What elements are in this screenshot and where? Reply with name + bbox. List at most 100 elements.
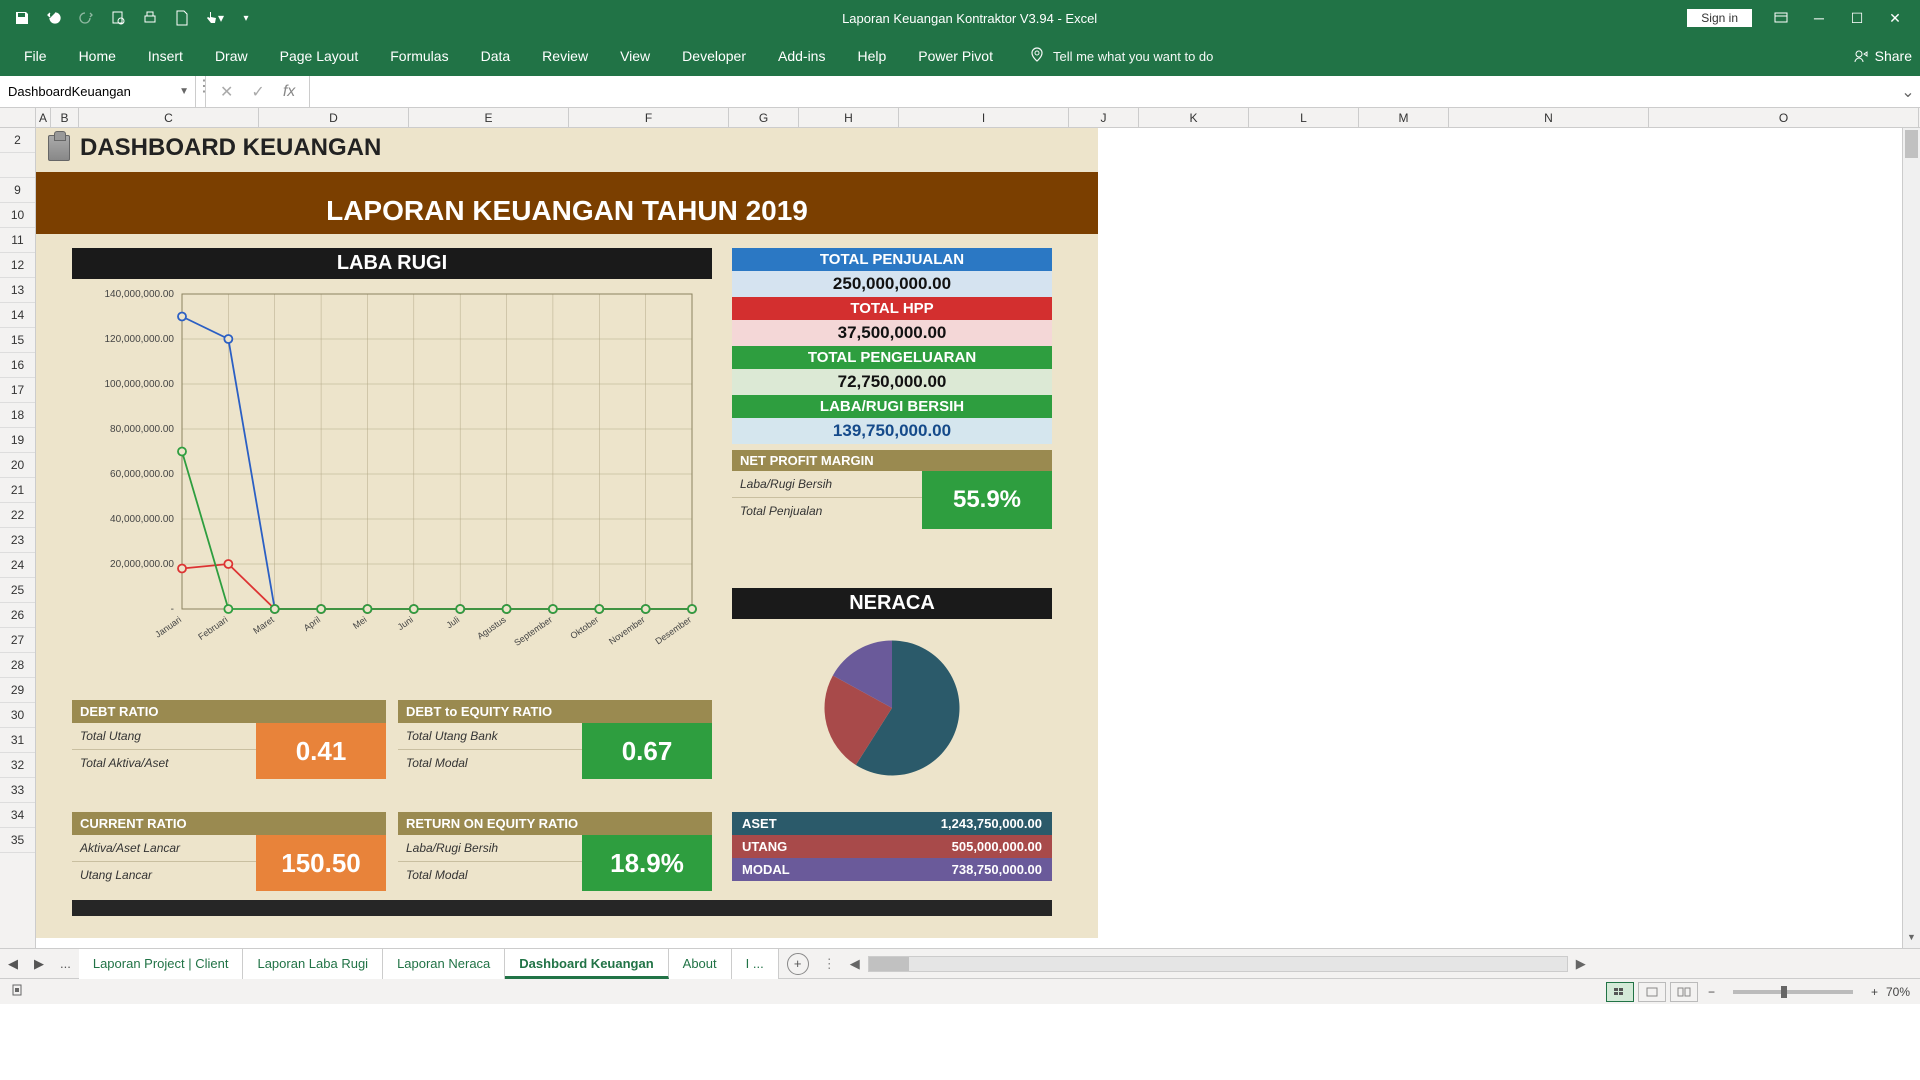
horizontal-scrollbar[interactable] [868,956,1568,972]
sheet-tab[interactable]: Laporan Neraca [383,949,505,979]
ribbon-tab-home[interactable]: Home [63,36,132,76]
column-header[interactable]: J [1069,108,1139,127]
row-header[interactable] [0,153,35,178]
row-header[interactable]: 13 [0,278,35,303]
view-page-layout-button[interactable] [1638,982,1666,1002]
column-header[interactable]: I [899,108,1069,127]
scroll-down-icon[interactable]: ▼ [1903,932,1920,948]
quick-print-icon[interactable] [140,8,160,28]
row-header[interactable]: 27 [0,628,35,653]
signin-button[interactable]: Sign in [1687,9,1752,27]
touch-mode-icon[interactable]: ▾ [204,8,224,28]
column-header[interactable]: B [51,108,79,127]
column-header[interactable]: L [1249,108,1359,127]
hscroll-thumb[interactable] [869,957,909,971]
row-header[interactable]: 24 [0,553,35,578]
row-header[interactable]: 11 [0,228,35,253]
column-header[interactable]: A [36,108,51,127]
tell-me-search[interactable]: Tell me what you want to do [1029,46,1213,66]
row-header[interactable]: 33 [0,778,35,803]
vertical-scrollbar[interactable]: ▲ ▼ [1902,128,1920,948]
sheet-tab[interactable]: I ... [732,949,779,979]
expand-formula-icon[interactable]: ⌄ [1896,82,1920,102]
minimize-icon[interactable]: ─ [1810,9,1828,27]
row-header[interactable]: 10 [0,203,35,228]
ribbon-tab-addins[interactable]: Add-ins [762,36,841,76]
ribbon-tab-formulas[interactable]: Formulas [374,36,464,76]
ribbon-tab-draw[interactable]: Draw [199,36,264,76]
row-header[interactable]: 9 [0,178,35,203]
row-header[interactable]: 18 [0,403,35,428]
undo-icon[interactable] [44,8,64,28]
row-header[interactable]: 16 [0,353,35,378]
zoom-slider[interactable] [1733,990,1853,994]
column-header[interactable]: K [1139,108,1249,127]
row-header[interactable]: 19 [0,428,35,453]
row-header[interactable]: 28 [0,653,35,678]
column-header[interactable]: D [259,108,409,127]
formula-input[interactable] [310,76,1896,107]
save-icon[interactable] [12,8,32,28]
row-header[interactable]: 35 [0,828,35,853]
ribbon-tab-power-pivot[interactable]: Power Pivot [902,36,1009,76]
view-page-break-button[interactable] [1670,982,1698,1002]
column-header[interactable]: E [409,108,569,127]
ribbon-tab-file[interactable]: File [8,36,63,76]
zoom-level[interactable]: 70% [1886,985,1910,999]
row-header[interactable]: 15 [0,328,35,353]
ribbon-tab-data[interactable]: Data [465,36,527,76]
print-preview-icon[interactable] [108,8,128,28]
name-box[interactable]: DashboardKeuangan ▼ [0,76,196,107]
ribbon-tab-insert[interactable]: Insert [132,36,199,76]
enter-formula-icon[interactable]: ✓ [251,82,264,102]
chevron-down-icon[interactable]: ▼ [179,86,189,97]
row-header[interactable]: 26 [0,603,35,628]
hscroll-left-icon[interactable]: ◀ [850,956,860,972]
zoom-in-button[interactable]: + [1871,985,1878,999]
row-header[interactable]: 30 [0,703,35,728]
fx-icon[interactable]: fx [283,83,295,101]
column-header[interactable]: C [79,108,259,127]
ribbon-tab-help[interactable]: Help [841,36,902,76]
column-header[interactable]: H [799,108,899,127]
hscroll-right-icon[interactable]: ▶ [1576,956,1586,972]
sheet-tab[interactable]: About [669,949,732,979]
row-header[interactable]: 12 [0,253,35,278]
row-header[interactable]: 22 [0,503,35,528]
row-header[interactable]: 34 [0,803,35,828]
share-button[interactable]: Share [1853,48,1912,64]
row-header[interactable]: 17 [0,378,35,403]
maximize-icon[interactable]: ☐ [1848,9,1866,27]
row-header[interactable]: 2 [0,128,35,153]
row-header[interactable]: 14 [0,303,35,328]
view-normal-button[interactable] [1606,982,1634,1002]
row-header[interactable]: 31 [0,728,35,753]
column-header[interactable]: N [1449,108,1649,127]
zoom-out-button[interactable]: − [1708,985,1715,999]
row-header[interactable]: 20 [0,453,35,478]
row-header[interactable]: 32 [0,753,35,778]
ribbon-tab-review[interactable]: Review [526,36,604,76]
ribbon-display-icon[interactable] [1772,9,1790,27]
close-icon[interactable]: ✕ [1886,9,1904,27]
sheet-tab[interactable]: Laporan Project | Client [79,949,244,979]
ribbon-tab-developer[interactable]: Developer [666,36,762,76]
row-header[interactable]: 21 [0,478,35,503]
column-header[interactable]: G [729,108,799,127]
row-header[interactable]: 23 [0,528,35,553]
sheet-tab[interactable]: Dashboard Keuangan [505,949,668,979]
column-header[interactable]: F [569,108,729,127]
tab-nav-prev-icon[interactable]: ◀ [0,956,26,972]
qat-customize-icon[interactable]: ▾ [236,8,256,28]
column-header[interactable]: M [1359,108,1449,127]
redo-icon[interactable] [76,8,96,28]
cancel-formula-icon[interactable]: ✕ [220,82,233,102]
ribbon-tab-page-layout[interactable]: Page Layout [264,36,375,76]
new-file-icon[interactable] [172,8,192,28]
macro-record-icon[interactable] [10,983,24,1000]
add-sheet-button[interactable]: + [787,953,809,975]
vscroll-thumb[interactable] [1905,130,1918,158]
column-header[interactable]: O [1649,108,1919,127]
sheet-tab[interactable]: Laporan Laba Rugi [243,949,383,979]
row-header[interactable]: 25 [0,578,35,603]
